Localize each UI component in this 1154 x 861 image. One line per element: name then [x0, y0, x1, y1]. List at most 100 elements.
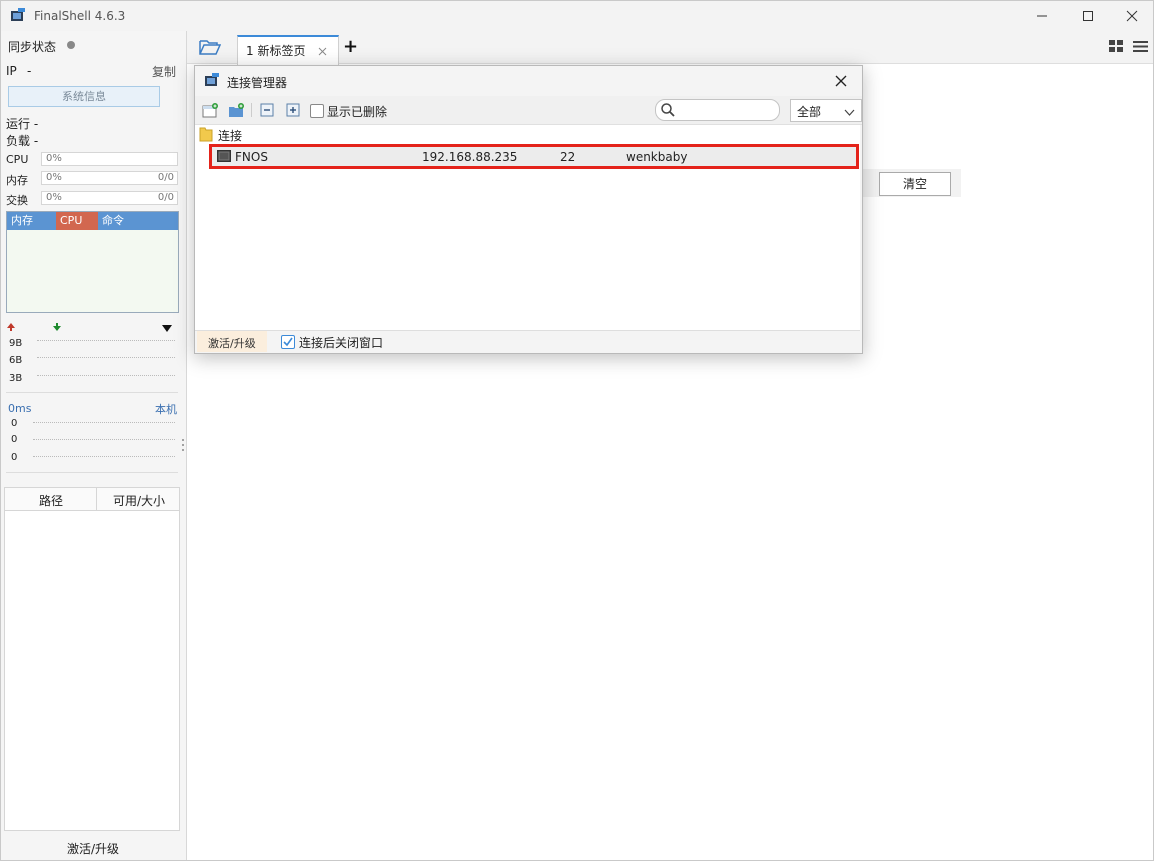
connection-user: wenkbaby — [626, 150, 688, 164]
close-after-connect-checkbox[interactable] — [281, 335, 295, 349]
collapse-all-icon[interactable] — [258, 101, 276, 119]
col-path-header[interactable]: 路径 — [39, 492, 63, 509]
swap-label: 交换 — [6, 194, 28, 207]
close-window-button[interactable] — [1109, 1, 1154, 31]
net-grid-line — [37, 357, 175, 358]
mem-percent: 0% — [46, 172, 62, 183]
checkmark-icon — [283, 337, 293, 347]
resource-graph: 内存 CPU 命令 — [6, 211, 179, 313]
ping-grid-line — [33, 456, 175, 457]
mem-meter: 0% 0/0 — [41, 171, 178, 185]
column-divider — [96, 488, 97, 510]
activate-upgrade-label: 激活/升级 — [208, 337, 256, 350]
tab-new[interactable]: 1 新标签页 — [237, 35, 339, 65]
app-title: FinalShell 4.6.3 — [34, 9, 126, 23]
toolbar-divider — [251, 103, 252, 117]
ip-label: IP — [6, 64, 17, 78]
sync-status-dot — [67, 41, 75, 49]
dialog-close-button[interactable] — [835, 75, 847, 90]
open-folder-icon[interactable] — [199, 39, 222, 58]
swap-percent: 0% — [46, 192, 62, 203]
expand-all-icon[interactable] — [284, 101, 302, 119]
ip-value: - — [27, 64, 32, 78]
cpu-label: CPU — [6, 153, 29, 166]
connection-manager-dialog: 连接管理器 显示已删除 全部 连接 FNOS 192.168.88.235 22… — [194, 65, 863, 354]
app-window: FinalShell 4.6.3 同步状态 IP - 复制 系统信息 运行 - … — [0, 0, 1154, 861]
activate-upgrade-badge[interactable]: 激活/升级 — [197, 331, 267, 352]
folder-icon — [199, 127, 213, 145]
swap-value: 0/0 — [157, 192, 174, 203]
folder-label[interactable]: 连接 — [218, 127, 242, 144]
cpu-meter: 0% — [41, 152, 178, 166]
col-size-header[interactable]: 可用/大小 — [113, 492, 165, 509]
connection-search-input[interactable] — [655, 99, 780, 121]
maximize-button[interactable] — [1065, 1, 1111, 31]
session-tab-bar: 1 新标签页 + — [187, 31, 1153, 65]
ping-target-local[interactable]: 本机 — [155, 401, 177, 417]
connection-name: FNOS — [235, 150, 268, 164]
network-dropdown-icon[interactable] — [162, 322, 172, 336]
filter-selected-value: 全部 — [797, 105, 822, 119]
ping-grid-line — [33, 439, 175, 440]
mem-value: 0/0 — [157, 172, 174, 183]
net-scale-6: 6B — [9, 355, 23, 366]
grid-view-icon[interactable] — [1109, 40, 1124, 56]
close-after-connect-label: 连接后关闭窗口 — [299, 336, 384, 350]
maximize-icon — [1083, 11, 1093, 21]
add-tab-button[interactable]: + — [343, 36, 358, 57]
cpu-percent: 0% — [46, 153, 62, 164]
clear-button[interactable]: 清空 — [879, 172, 951, 196]
ping-value: 0 — [11, 434, 18, 445]
table-header: 路径 可用/大小 — [5, 488, 179, 511]
mem-label: 内存 — [6, 174, 28, 187]
ping-value: 0 — [11, 418, 18, 429]
chevron-down-icon — [844, 106, 855, 120]
dialog-app-icon — [205, 73, 219, 90]
minimize-icon — [1037, 15, 1047, 17]
upload-arrow-icon — [6, 321, 16, 335]
dialog-footer: 激活/升级 连接后关闭窗口 — [195, 330, 860, 353]
search-icon — [660, 102, 676, 121]
copy-ip-link[interactable]: 复制 — [152, 63, 176, 80]
ping-ms: 0ms — [8, 402, 32, 415]
activate-upgrade-link[interactable]: 激活/升级 — [67, 840, 119, 857]
new-connection-icon[interactable] — [201, 101, 219, 119]
ping-grid-line — [33, 422, 175, 423]
uptime-label: 运行 - — [6, 117, 39, 131]
divider — [6, 472, 178, 473]
app-logo-icon — [11, 8, 25, 22]
panel-resize-handle-icon[interactable] — [181, 438, 185, 455]
divider — [6, 392, 178, 393]
system-info-button[interactable]: 系统信息 — [8, 86, 160, 107]
load-label: 负载 - — [6, 134, 39, 148]
tab-close-icon[interactable] — [318, 45, 327, 59]
left-status-panel: 同步状态 IP - 复制 系统信息 运行 - 负载 - CPU 0% 内存 0%… — [1, 31, 187, 860]
graph-tab-cpu[interactable]: CPU — [56, 212, 98, 230]
net-scale-3: 3B — [9, 373, 23, 384]
graph-tab-mem[interactable]: 内存 — [7, 212, 56, 230]
disk-path-table: 路径 可用/大小 — [4, 487, 180, 831]
close-icon — [1126, 10, 1138, 22]
net-grid-line — [37, 340, 175, 341]
net-grid-line — [37, 375, 175, 376]
net-scale-9: 9B — [9, 338, 23, 349]
sync-status-label: 同步状态 — [8, 40, 57, 54]
connection-row[interactable]: FNOS 192.168.88.235 22 wenkbaby — [209, 144, 859, 169]
connection-port: 22 — [560, 150, 576, 164]
graph-tab-command[interactable]: 命令 — [98, 212, 178, 230]
swap-meter: 0% 0/0 — [41, 191, 178, 205]
show-deleted-label: 显示已删除 — [327, 105, 388, 119]
connection-host: 192.168.88.235 — [422, 150, 518, 164]
minimize-button[interactable] — [1019, 1, 1065, 31]
title-bar: FinalShell 4.6.3 — [1, 1, 1153, 31]
new-folder-icon[interactable] — [227, 101, 245, 119]
dialog-title-bar: 连接管理器 — [195, 66, 862, 96]
tab-label: 1 新标签页 — [246, 44, 306, 58]
menu-list-icon[interactable] — [1133, 40, 1148, 56]
filter-select[interactable]: 全部 — [790, 99, 862, 122]
download-arrow-icon — [52, 321, 62, 335]
show-deleted-checkbox[interactable] — [310, 104, 324, 118]
terminal-icon — [217, 150, 231, 165]
ping-value: 0 — [11, 452, 18, 463]
dialog-title: 连接管理器 — [227, 76, 288, 90]
